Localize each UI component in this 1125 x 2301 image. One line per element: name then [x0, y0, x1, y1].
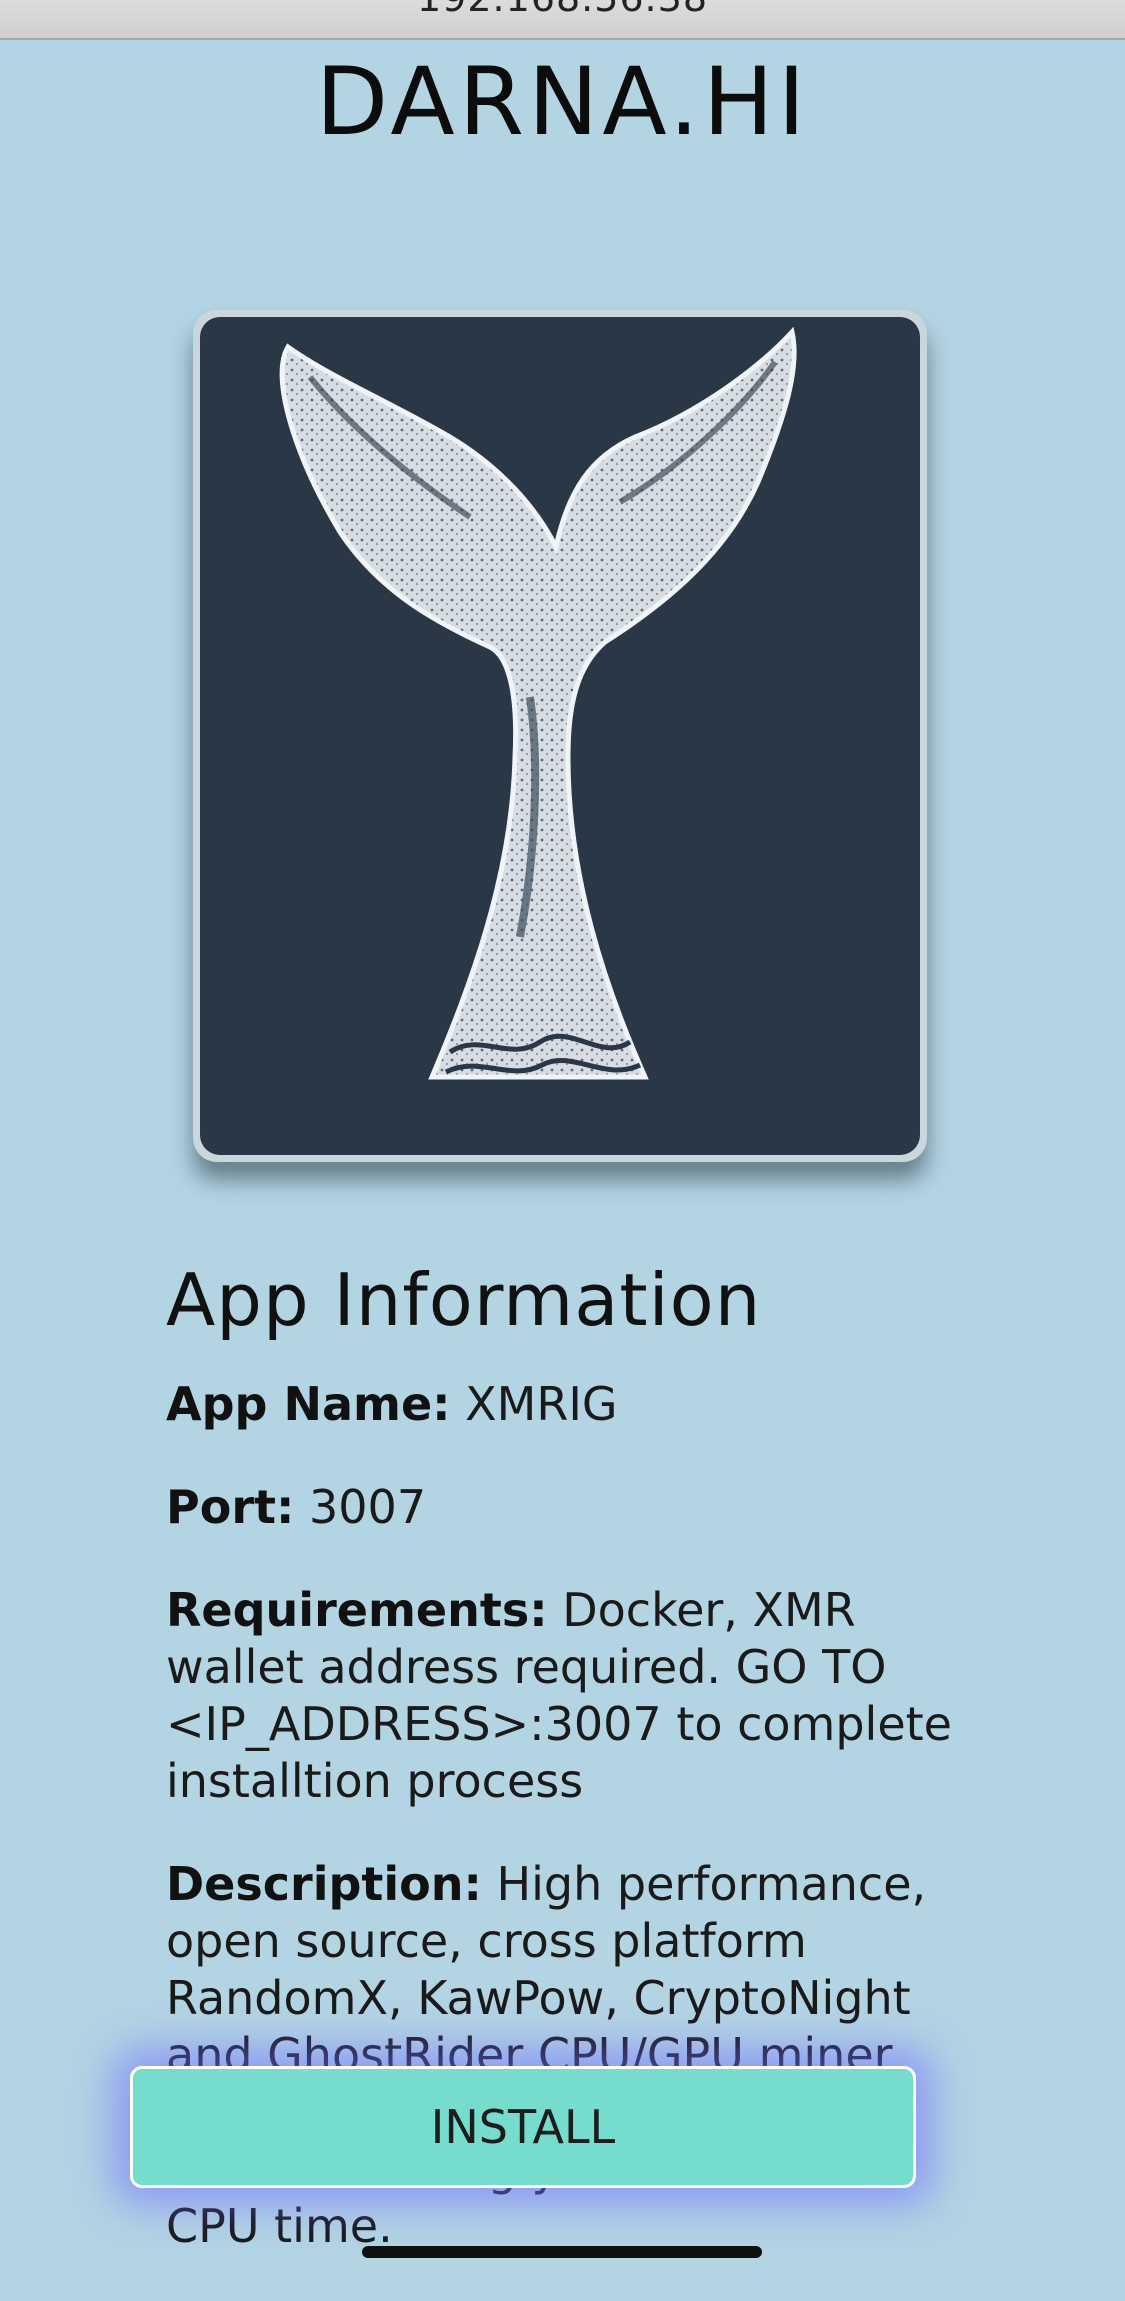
app-name-value: XMRIG [465, 1377, 618, 1431]
port-row: Port: 3007 [166, 1479, 966, 1536]
browser-address: 192.168.56.38 [0, 0, 1125, 20]
port-value: 3007 [309, 1480, 427, 1534]
page-title: DARNA.HI [315, 48, 810, 157]
section-heading: App Information [166, 1258, 762, 1342]
port-label: Port: [166, 1480, 295, 1534]
requirements-label: Requirements: [166, 1583, 548, 1637]
browser-status-bar: 192.168.56.38 [0, 0, 1125, 40]
description-row: Description: High performance, open sour… [166, 1856, 966, 2255]
requirements-row: Requirements: Docker, XMR wallet address… [166, 1582, 966, 1810]
home-indicator[interactable] [362, 2246, 762, 2258]
whale-tail-logo-icon [200, 317, 920, 1155]
app-name-label: App Name: [166, 1377, 451, 1431]
install-button[interactable]: INSTALL [130, 2066, 916, 2188]
app-logo-card [193, 310, 927, 1162]
description-value: High performance, open source, cross pla… [166, 1857, 927, 2253]
description-label: Description: [166, 1857, 482, 1911]
app-name-row: App Name: XMRIG [166, 1376, 966, 1433]
